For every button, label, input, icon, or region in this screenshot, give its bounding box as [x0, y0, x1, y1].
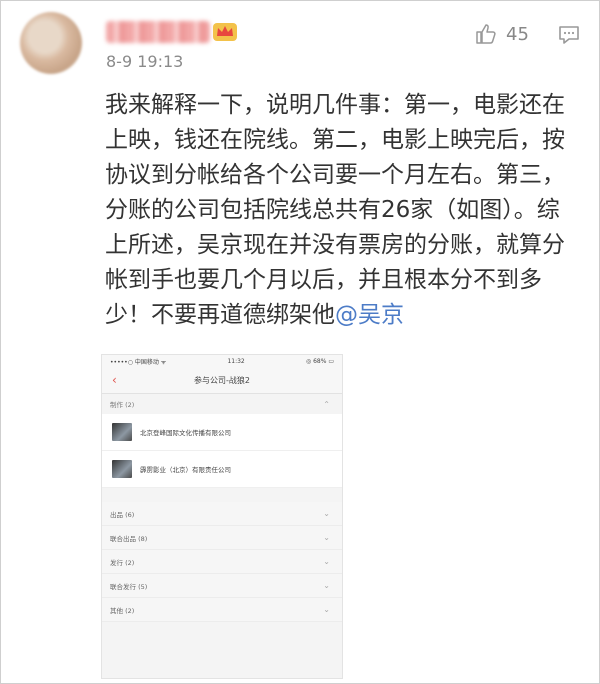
category-label: 联合出品 (8): [110, 534, 148, 543]
chevron-up-icon: ⌃: [323, 399, 330, 409]
thumbs-up-icon: [476, 24, 496, 44]
category-row: 联合出品 (8) ⌄: [102, 526, 342, 550]
mention-link[interactable]: @吴京: [335, 302, 404, 328]
category-row: 其他 (2) ⌄: [102, 598, 342, 622]
nav-title: 参与公司-战狼2: [194, 376, 250, 385]
chevron-down-icon: ⌄: [323, 581, 330, 590]
username-blurred[interactable]: [106, 21, 210, 43]
company-name: 霹雳影业（北京）有限责任公司: [140, 466, 231, 474]
company-logo: [112, 423, 132, 441]
category-row: 联合发行 (5) ⌄: [102, 574, 342, 598]
comment-icon: [559, 26, 579, 44]
post-body: 我来解释一下，说明几件事：第一，电影还在上映，钱还在院线。第二，电影上映完后，按…: [105, 88, 575, 333]
post-timestamp: 8-9 19:13: [106, 52, 184, 71]
chevron-down-icon: ⌄: [323, 557, 330, 566]
like-count: 45: [506, 23, 529, 45]
section-header: 制作 (2) ⌃: [102, 394, 342, 414]
company-row: 北京登峰国际文化传播有限公司: [102, 414, 342, 451]
category-label: 出品 (6): [110, 510, 135, 519]
company-logo: [112, 460, 132, 478]
crown-badge-icon: [213, 23, 237, 41]
phone-statusbar: •••••○ 中国移动 ᯤ 11:32 ◎ 68% ▭: [102, 355, 342, 367]
category-row: 出品 (6) ⌄: [102, 502, 342, 526]
comment-button[interactable]: [557, 22, 581, 50]
embedded-screenshot[interactable]: •••••○ 中国移动 ᯤ 11:32 ◎ 68% ▭ ‹ 参与公司-战狼2 制…: [101, 354, 343, 679]
status-time: 11:32: [227, 357, 245, 365]
category-label: 联合发行 (5): [110, 582, 148, 591]
phone-navbar: ‹ 参与公司-战狼2: [102, 367, 342, 394]
carrier-label: •••••○ 中国移动 ᯤ: [110, 358, 167, 366]
category-row: 发行 (2) ⌄: [102, 550, 342, 574]
chevron-down-icon: ⌄: [323, 533, 330, 542]
post-text: 我来解释一下，说明几件事：第一，电影还在上映，钱还在院线。第二，电影上映完后，按…: [105, 92, 565, 328]
category-label: 其他 (2): [110, 606, 135, 615]
avatar[interactable]: [20, 12, 82, 74]
category-label: 发行 (2): [110, 558, 135, 567]
section-label: 制作 (2): [110, 401, 135, 409]
chevron-down-icon: ⌄: [323, 605, 330, 614]
battery-indicator: ◎ 68% ▭: [305, 357, 334, 365]
company-row: 霹雳影业（北京）有限责任公司: [102, 451, 342, 488]
company-name: 北京登峰国际文化传播有限公司: [140, 429, 231, 437]
like-button[interactable]: 45: [474, 22, 529, 46]
chevron-down-icon: ⌄: [323, 509, 330, 518]
